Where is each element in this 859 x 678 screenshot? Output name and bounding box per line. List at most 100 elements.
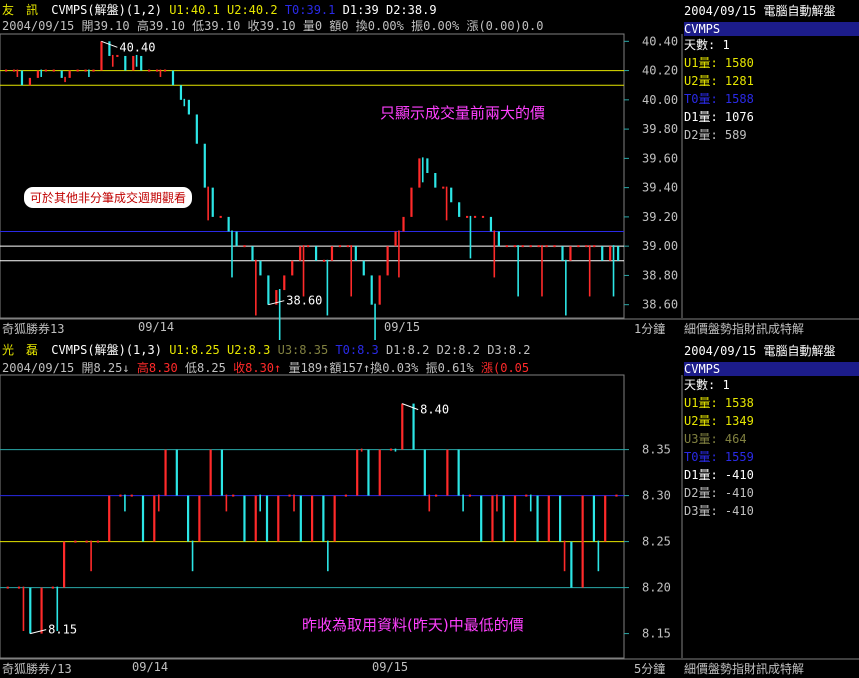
price-bar bbox=[513, 495, 517, 542]
price-bar bbox=[378, 449, 381, 496]
price-bar bbox=[559, 495, 562, 542]
price-bar bbox=[563, 540, 566, 572]
bottom-sidebar-row: D1量: -410 bbox=[684, 468, 754, 482]
y-tick-label: 8.20 bbox=[642, 581, 671, 595]
price-bar bbox=[74, 540, 77, 543]
annotation-label: 8.40 bbox=[420, 403, 449, 417]
bottom-sidebar-title: 2004/09/15 電腦自動解盤 bbox=[684, 344, 836, 358]
price-bar bbox=[502, 495, 505, 542]
price-bar bbox=[277, 495, 280, 542]
price-bar bbox=[394, 448, 397, 452]
price-bar bbox=[254, 495, 257, 542]
y-tick-label: 8.15 bbox=[642, 627, 671, 641]
bottom-sidebar-row: D3量: -410 bbox=[684, 504, 754, 518]
price-bar bbox=[615, 494, 618, 497]
price-bar bbox=[604, 495, 607, 542]
bottom-x-label-1: 09/15 bbox=[372, 660, 409, 674]
annotation-leader bbox=[402, 403, 419, 411]
price-bar bbox=[311, 495, 314, 542]
bottom-sidebar-row: 天數: 1 bbox=[684, 378, 730, 392]
price-bar bbox=[480, 495, 483, 542]
price-bar bbox=[333, 495, 336, 542]
price-bar bbox=[243, 495, 246, 542]
price-bar bbox=[299, 495, 302, 542]
price-bar bbox=[468, 494, 472, 497]
price-bar bbox=[141, 495, 145, 542]
y-tick-label: 8.30 bbox=[642, 489, 671, 503]
price-bar bbox=[187, 495, 190, 542]
y-tick-label: 8.25 bbox=[642, 535, 671, 549]
price-bar bbox=[288, 494, 291, 497]
price-bar bbox=[51, 586, 54, 589]
price-bar bbox=[108, 495, 111, 542]
bottom-sidebar-footer-text: 細價盤勢指財訊成特解 bbox=[684, 662, 805, 676]
price-bar bbox=[85, 540, 88, 543]
price-bar bbox=[293, 494, 295, 512]
price-bar bbox=[198, 495, 201, 542]
price-bar bbox=[29, 587, 32, 634]
price-bar bbox=[446, 449, 449, 496]
price-bar bbox=[130, 494, 133, 497]
bottom-sidebar-footer[interactable]: 細價盤勢指財訊成特解 bbox=[684, 660, 804, 677]
price-bar bbox=[360, 448, 363, 452]
price-bar bbox=[175, 449, 178, 496]
price-bar bbox=[90, 540, 92, 572]
price-bar bbox=[423, 449, 426, 496]
price-bar bbox=[356, 449, 359, 496]
price-bar bbox=[367, 449, 370, 496]
price-bar bbox=[435, 494, 438, 497]
price-bar bbox=[22, 586, 25, 631]
price-bar bbox=[529, 494, 532, 512]
price-bar bbox=[389, 448, 393, 451]
price-bar bbox=[259, 494, 261, 512]
price-bar bbox=[40, 587, 43, 634]
price-bar bbox=[209, 449, 212, 496]
bottom-footer-broker: 奇狐勝券/13 bbox=[2, 662, 72, 676]
price-bar bbox=[96, 540, 100, 543]
price-bar bbox=[220, 449, 224, 496]
price-bar bbox=[232, 494, 235, 497]
price-bar bbox=[592, 495, 596, 542]
price-bar bbox=[225, 494, 228, 512]
price-bar bbox=[491, 495, 494, 542]
price-bar bbox=[597, 540, 600, 572]
price-bar bbox=[570, 541, 573, 588]
y-tick-label: 8.35 bbox=[642, 443, 671, 457]
price-bar bbox=[412, 403, 415, 450]
price-bar bbox=[401, 403, 404, 450]
price-bar bbox=[119, 494, 122, 497]
bottom-x-label-0: 09/14 bbox=[132, 660, 169, 674]
price-bar bbox=[191, 540, 194, 572]
price-bar bbox=[525, 494, 528, 497]
bottom-sidebar-row: T0量: 1559 bbox=[684, 450, 754, 464]
price-bar bbox=[322, 495, 325, 542]
bottom-sidebar-row: U2量: 1349 bbox=[684, 414, 754, 428]
bottom-note: 昨收為取用資料(昨天)中最低的價 bbox=[302, 616, 524, 634]
bottom-sidebar-row: U3量: 464 bbox=[684, 432, 747, 446]
price-bar bbox=[63, 541, 66, 588]
bottom-sidebar-row: D2量: -410 bbox=[684, 486, 754, 500]
price-bar bbox=[124, 494, 126, 512]
price-bar bbox=[496, 494, 498, 512]
price-bar bbox=[17, 586, 21, 589]
bottom-sidebar: 2004/09/15 電腦自動解盤 CVMPS 天數: 1 U1量: 1538 … bbox=[684, 342, 859, 520]
price-bar bbox=[6, 586, 9, 589]
annotation-leader bbox=[30, 629, 47, 635]
bottom-sidebar-row: U1量: 1538 bbox=[684, 396, 754, 410]
price-bar bbox=[164, 449, 167, 496]
price-bar bbox=[153, 495, 156, 542]
bottom-sidebar-header[interactable]: CVMPS bbox=[684, 362, 859, 376]
bottom-period-button[interactable]: 5分鐘 bbox=[634, 660, 665, 677]
price-bar bbox=[265, 495, 269, 542]
price-bar bbox=[457, 449, 460, 496]
price-bar bbox=[157, 494, 160, 512]
price-bar bbox=[428, 494, 431, 512]
price-bar bbox=[344, 494, 348, 497]
price-bar bbox=[581, 495, 584, 588]
price-bar bbox=[536, 495, 539, 542]
annotation-label: 8.15 bbox=[48, 623, 77, 637]
price-bar bbox=[462, 494, 464, 512]
price-bar bbox=[327, 540, 329, 572]
price-bar bbox=[547, 495, 550, 542]
bottom-chart[interactable]: 8.35 8.30 8.25 8.20 8.15 8.40 8.15 bbox=[0, 0, 859, 678]
